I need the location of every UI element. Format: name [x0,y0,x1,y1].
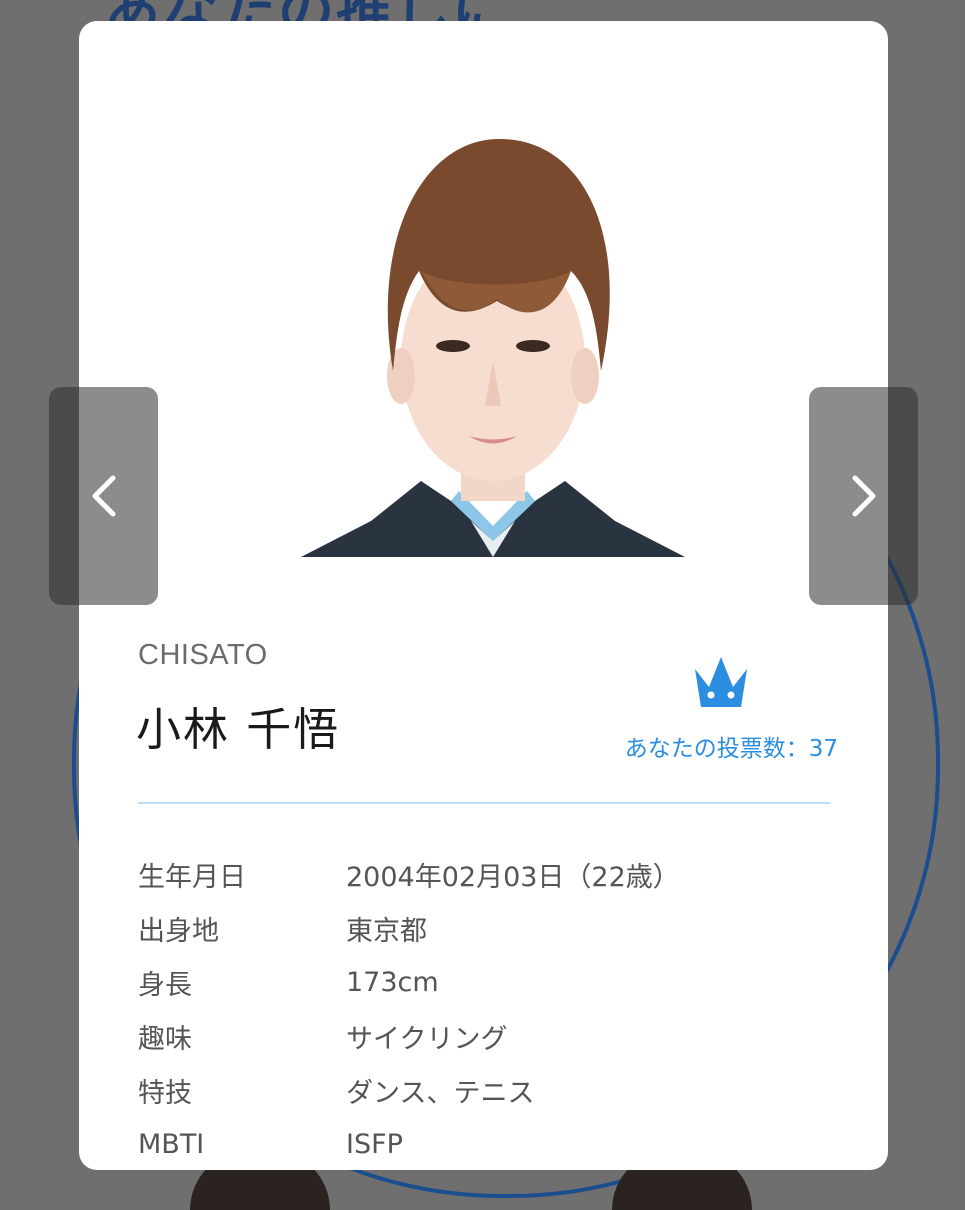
profile-value: 東京都 [346,915,427,947]
profile-key: 特技 [138,1077,192,1109]
profile-table: 生年月日 2004年02月03日（22歳） 出身地 東京都 身長 173cm 趣… [138,847,830,1170]
profile-row: 身長 173cm [138,955,830,1009]
member-romaji-name: CHISATO [138,639,268,671]
profile-row: MBTI ISFP [138,1117,830,1170]
member-detail-modal: CHISATO 小林 千悟 あなたの投票数：37 生年月日 2004年02月03… [79,21,888,1170]
member-name: 小林 千悟 [136,703,341,756]
member-photo [301,121,685,557]
profile-key: MBTI [138,1128,205,1160]
profile-value: 2004年02月03日（22歳） [346,861,680,893]
profile-value: ダンス、テニス [346,1077,535,1109]
vote-count-label: あなたの投票数：37 [624,736,838,762]
profile-key: 身長 [138,969,192,1001]
profile-key: 生年月日 [138,861,246,893]
crown-icon [695,657,747,707]
profile-row: 生年月日 2004年02月03日（22歳） [138,847,830,901]
profile-row: 趣味 サイクリング [138,1009,830,1063]
profile-row: 特技 ダンス、テニス [138,1063,830,1117]
profile-value: サイクリング [346,1023,508,1055]
profile-value: 173cm [346,966,439,998]
profile-row: 出身地 東京都 [138,901,830,955]
profile-key: 趣味 [138,1023,192,1055]
chevron-right-icon [852,475,875,517]
profile-value: ISFP [346,1128,403,1160]
previous-member-button[interactable] [49,387,158,605]
profile-key: 出身地 [138,915,219,947]
chevron-left-icon [92,475,115,517]
divider [138,802,830,804]
next-member-button[interactable] [809,387,918,605]
